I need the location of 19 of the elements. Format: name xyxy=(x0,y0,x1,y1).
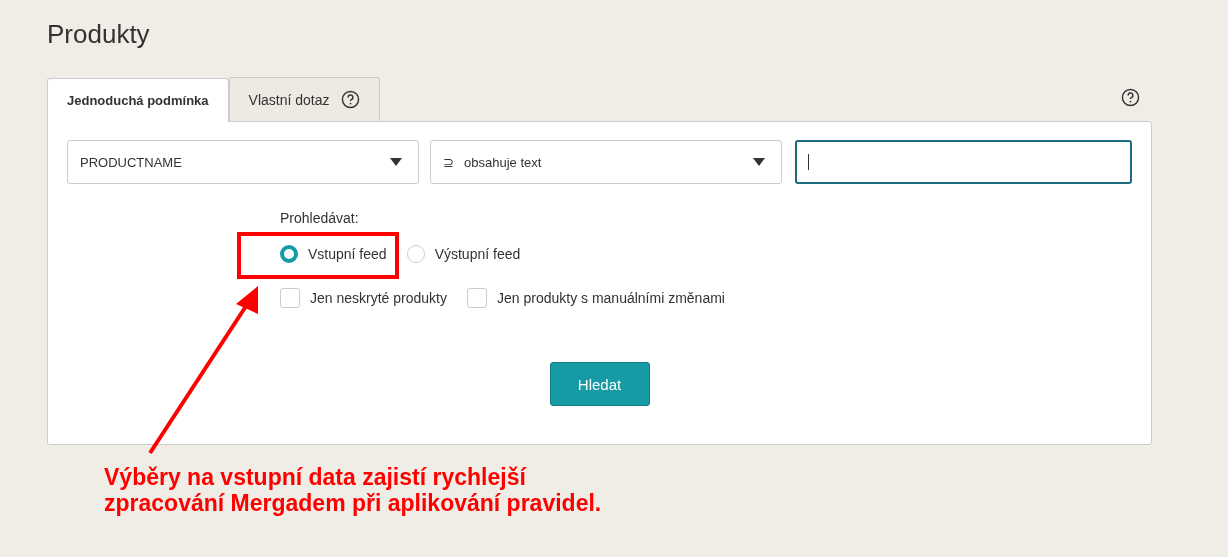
operator-select[interactable]: ⊇ obsahuje text xyxy=(430,140,782,184)
radio-option[interactable]: Výstupní feed xyxy=(406,245,521,263)
checkbox[interactable] xyxy=(280,288,300,308)
checkbox-option[interactable]: Jen produkty s manuálními změnami xyxy=(466,288,725,308)
dropdown-caret-icon xyxy=(753,158,765,166)
checkbox-option[interactable]: Jen neskryté produkty xyxy=(280,288,447,308)
tab[interactable]: Jednoduchá podmínka xyxy=(47,78,229,122)
page-title: Produkty xyxy=(47,18,151,51)
field-select[interactable]: PRODUCTNAME xyxy=(67,140,419,184)
checkbox[interactable] xyxy=(466,288,487,308)
radio-button[interactable] xyxy=(280,245,298,263)
tab[interactable]: Vlastní dotaz xyxy=(228,77,380,121)
help-icon[interactable] xyxy=(1121,87,1140,107)
help-icon[interactable] xyxy=(340,90,360,109)
annotation-text: Výběry na vstupní data zajistí rychlejší zpracování Mergadem při aplikování pravidel. xyxy=(104,464,603,516)
search-in-label: Prohledávat: xyxy=(280,210,360,228)
value-input-field[interactable] xyxy=(795,140,1132,184)
dropdown-caret-icon xyxy=(390,158,402,166)
radio-option[interactable]: Vstupní feed xyxy=(280,245,387,263)
